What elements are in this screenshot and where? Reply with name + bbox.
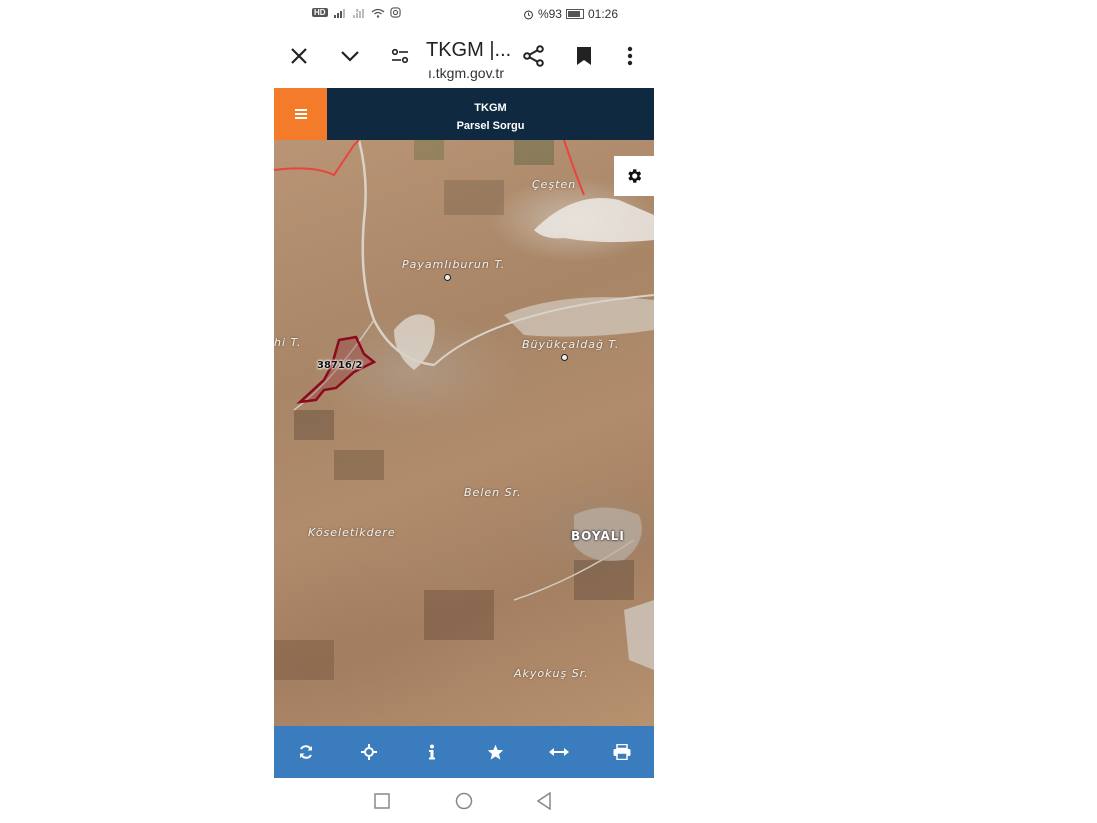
info-icon[interactable]: [412, 732, 452, 772]
recent-apps-icon[interactable]: [371, 790, 393, 812]
svg-text:x: x: [356, 8, 359, 14]
back-icon[interactable]: [533, 790, 555, 812]
page-url: ı.tkgm.gov.tr: [428, 65, 504, 81]
map-label-boyali: BOYALI: [571, 529, 625, 543]
battery-percent: %93: [537, 7, 562, 21]
star-icon[interactable]: [476, 732, 516, 772]
more-vert-icon[interactable]: [616, 42, 644, 70]
map-label-cesten: Çeşten: [532, 178, 577, 191]
summit-marker: [561, 354, 568, 361]
hamburger-menu-icon[interactable]: [274, 88, 327, 140]
field-patch: [514, 140, 554, 165]
signal-icon: [333, 8, 345, 18]
map-label-hi-t: hi T.: [274, 336, 302, 349]
map-label-belen: Belen Sr.: [464, 486, 522, 499]
field-patch: [414, 140, 444, 160]
phone-screen: HD x %93 01:26 TKGM |... ı.tkgm.gov.tr T…: [274, 0, 654, 823]
app-titles: TKGM Parsel Sorgu: [327, 99, 654, 135]
signal-roaming-icon: x: [352, 8, 364, 18]
field-patch: [574, 560, 634, 600]
rock-outcrop: [394, 314, 435, 370]
parcel-number-label[interactable]: 38716/2: [317, 360, 362, 371]
admin-boundary: [274, 140, 360, 177]
measure-arrows-icon[interactable]: [539, 732, 579, 772]
map-label-buyukcaldag: Büyükçaldağ T.: [522, 338, 620, 351]
clock: 01:26: [587, 7, 618, 21]
home-icon[interactable]: [453, 790, 475, 812]
gear-icon[interactable]: [614, 156, 654, 196]
locate-crosshair-icon[interactable]: [349, 732, 389, 772]
alarm-icon: [523, 9, 533, 19]
field-patch: [424, 590, 494, 640]
browser-toolbar: TKGM |... ı.tkgm.gov.tr: [274, 30, 654, 88]
battery-icon: [565, 9, 584, 19]
industrial-area: [624, 600, 654, 670]
map-label-akyokus: Akyokuş Sr.: [514, 667, 589, 680]
android-nav-bar: [274, 778, 654, 823]
summit-marker: [444, 274, 451, 281]
map-label-koseletikdere: Köseletikdere: [308, 526, 396, 539]
map-label-payamliburun: Payamlıburun T.: [402, 258, 506, 271]
map-toolbar: [274, 726, 654, 778]
close-icon[interactable]: [285, 42, 313, 70]
refresh-icon[interactable]: [286, 732, 326, 772]
satellite-map[interactable]: Çeşten Payamlıburun T. hi T. Büyükçaldağ…: [274, 140, 654, 726]
chevron-down-icon[interactable]: [336, 42, 364, 70]
status-bar: HD x %93 01:26: [274, 0, 654, 30]
field-patch: [274, 640, 334, 680]
site-settings-icon[interactable]: [386, 42, 414, 70]
bookmark-icon[interactable]: [570, 42, 598, 70]
page-title: TKGM |...: [426, 39, 512, 61]
field-patch: [444, 180, 504, 215]
wifi-icon: [371, 8, 384, 18]
app-subtitle: Parsel Sorgu: [456, 120, 525, 132]
rock-outcrop: [534, 198, 654, 243]
print-icon[interactable]: [602, 732, 642, 772]
instagram-icon: [389, 7, 401, 18]
map-overlay: [274, 140, 654, 680]
field-patch: [334, 450, 384, 480]
app-brand: TKGM: [474, 102, 507, 114]
share-icon[interactable]: [520, 42, 548, 70]
app-header: TKGM Parsel Sorgu: [274, 88, 654, 140]
field-patch: [294, 410, 334, 440]
hd-voice-icon: HD: [312, 8, 328, 17]
